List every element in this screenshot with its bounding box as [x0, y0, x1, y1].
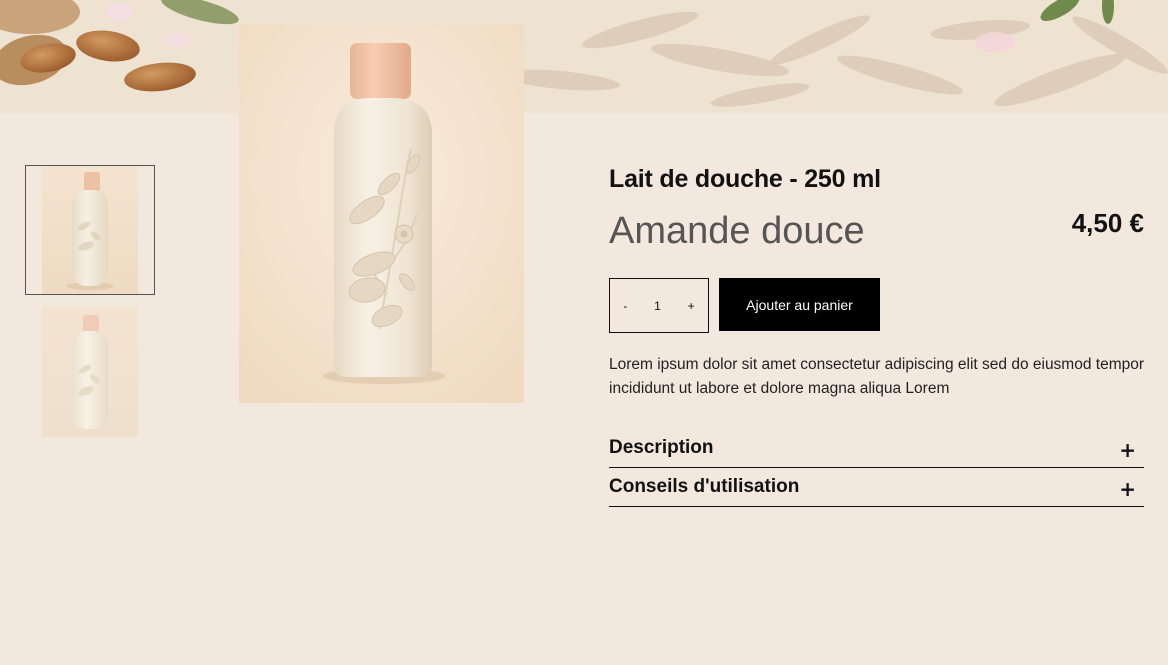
add-to-cart-button[interactable]: Ajouter au panier — [719, 278, 880, 331]
almonds-banner-image — [0, 0, 1168, 113]
accordion-usage-tips[interactable]: Conseils d'utilisation + — [609, 468, 1144, 507]
product-variant: Amande douce — [609, 210, 865, 252]
quantity-value: 1 — [654, 298, 661, 313]
quantity-stepper: - 1 + — [609, 278, 709, 333]
main-product-image — [239, 24, 524, 403]
quantity-increment-button[interactable]: + — [682, 299, 701, 313]
thumbnail-1[interactable] — [25, 165, 155, 295]
product-price: 4,50 € — [1071, 208, 1144, 238]
accordion-description-title: Description — [609, 437, 714, 458]
plus-icon: + — [1119, 477, 1136, 501]
plus-icon: + — [1119, 438, 1136, 462]
thumbnail-2[interactable] — [25, 307, 155, 437]
quantity-decrement-button[interactable]: - — [617, 299, 633, 313]
product-summary: Lorem ipsum dolor sit amet consectetur a… — [609, 356, 1145, 397]
hero-banner — [0, 0, 1168, 113]
accordion-description[interactable]: Description + — [609, 429, 1144, 468]
shower-milk-bottle-front-image — [42, 166, 138, 294]
accordion-usage-tips-title: Conseils d'utilisation — [609, 476, 800, 497]
shower-milk-bottle-alt-image — [42, 307, 138, 437]
product-title: Lait de douche - 250 ml — [609, 165, 881, 193]
shower-milk-bottle-image — [239, 24, 524, 403]
